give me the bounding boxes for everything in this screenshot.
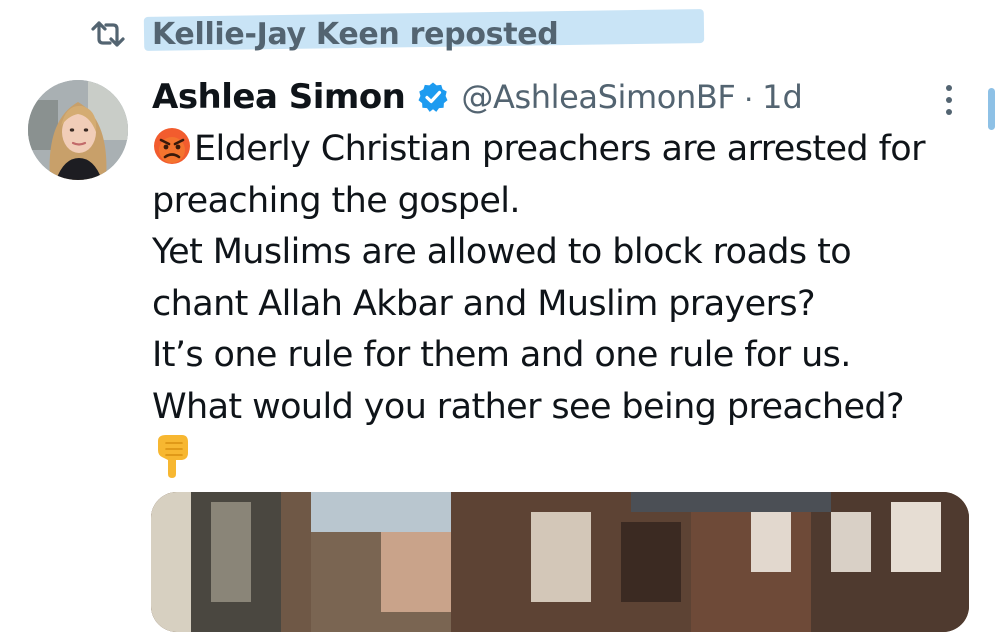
meta-separator: ·	[743, 78, 755, 115]
tweet-line: What would you rather see being preached…	[152, 386, 905, 427]
pointing-down-hand-emoji	[158, 435, 188, 478]
tweet-line: chant Allah Akbar and Muslim prayers?	[152, 283, 816, 324]
tweet-header: Ashlea Simon @AshleaSimonBF · 1d	[152, 74, 803, 120]
author-handle[interactable]: @AshleaSimonBF	[461, 78, 735, 116]
repost-label: Kellie-Jay Keen reposted	[152, 16, 559, 52]
scrollbar[interactable]	[988, 88, 995, 130]
tweet-text: Elderly Christian preachers are arrested…	[152, 124, 982, 489]
repost-icon	[86, 12, 130, 56]
tweet-line	[152, 433, 982, 489]
repost-context[interactable]: Kellie-Jay Keen reposted	[86, 9, 705, 56]
verified-badge-icon	[418, 82, 448, 112]
tweet-line: preaching the gospel.	[152, 180, 521, 221]
author-name[interactable]: Ashlea Simon	[152, 77, 406, 117]
post-time[interactable]: 1d	[762, 78, 803, 116]
tweet-line: Elderly Christian preachers are arrested…	[152, 124, 982, 176]
video-thumbnail[interactable]	[151, 492, 969, 632]
tweet-line: Yet Muslims are allowed to block roads t…	[152, 232, 852, 272]
avatar[interactable]	[28, 80, 128, 180]
tweet-line: It’s one rule for them and one rule for …	[152, 335, 851, 375]
angry-face-emoji	[154, 128, 190, 164]
tweet-line-text: Elderly Christian preachers are arrested…	[194, 129, 926, 169]
more-options-icon[interactable]	[934, 80, 964, 120]
